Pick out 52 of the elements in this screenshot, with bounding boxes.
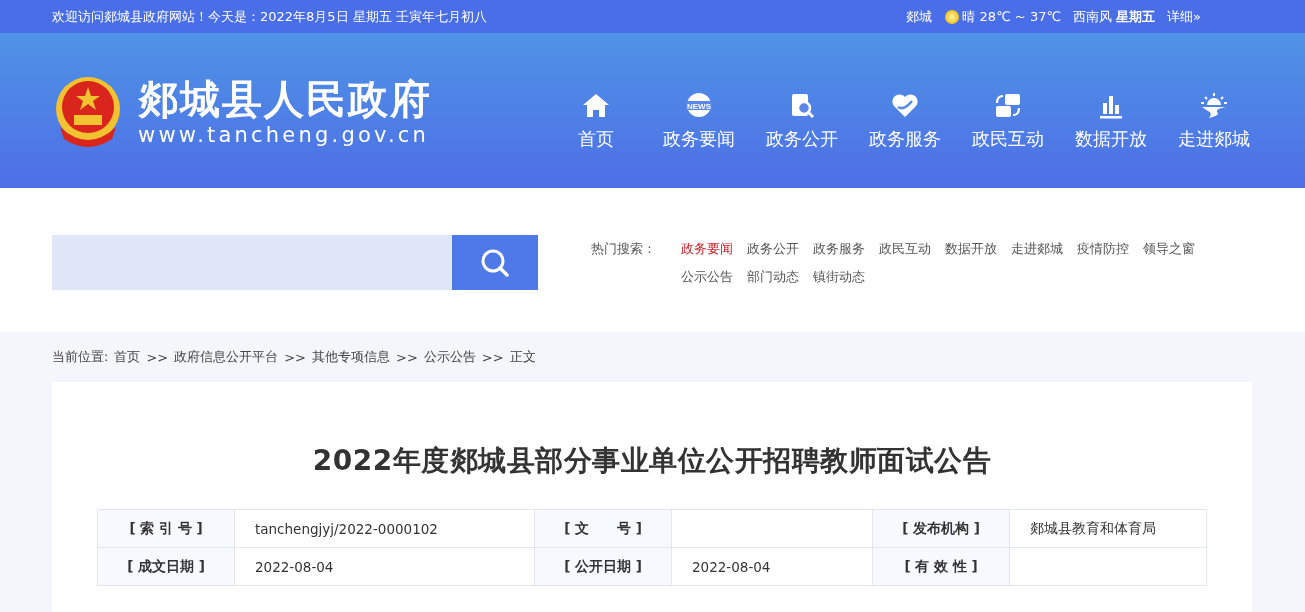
breadcrumb-link[interactable]: 首页 <box>114 348 141 366</box>
hot-search-link[interactable]: 公示公告 <box>681 262 733 290</box>
hot-search-link[interactable]: 政务要闻 <box>681 235 733 263</box>
weather-condition: 晴 28℃ ~ 37℃ <box>962 7 1062 26</box>
hot-search-link[interactable]: 走进郯城 <box>1011 235 1063 263</box>
meta-value: 2022-08-04 <box>671 547 873 586</box>
meta-label: [ 文 号 ] <box>534 509 672 548</box>
hot-search-link[interactable]: 政务服务 <box>813 235 865 263</box>
wind-direction: 西南风 <box>1073 7 1113 26</box>
hot-search-link[interactable]: 领导之窗 <box>1143 235 1195 263</box>
meta-value: tanchengjyj/2022-0000102 <box>234 509 535 548</box>
breadcrumb-separator: >> <box>284 349 306 365</box>
weather-details-link[interactable]: 详细» <box>1167 7 1201 26</box>
nav-link[interactable]: 政务服务 <box>853 90 956 151</box>
nav-link[interactable]: 政务公开 <box>750 90 853 151</box>
breadcrumb-label: 当前位置: <box>52 348 109 366</box>
hot-search-link[interactable]: 政务公开 <box>747 235 799 263</box>
meta-label: [ 索 引 号 ] <box>97 509 235 548</box>
nav-link[interactable]: 数据开放 <box>1059 90 1162 151</box>
breadcrumb-separator: >> <box>396 349 418 365</box>
sun-icon <box>944 8 961 25</box>
article-title: 2022年度郯城县部分事业单位公开招聘教师面试公告 <box>311 443 993 479</box>
weekday-text: 星期五 <box>1116 7 1156 26</box>
welcome-text: 欢迎访问郯城县政府网站！今天是：2022年8月5日 星期五 壬寅年七月初八 <box>52 7 487 26</box>
breadcrumb-link[interactable]: 政府信息公开平台 <box>174 348 279 366</box>
meta-label: [ 公开日期 ] <box>534 547 672 586</box>
hot-search-label: 热门搜索： <box>591 240 657 258</box>
nav-link[interactable]: NEWS 政务要闻 <box>647 90 750 151</box>
hot-search-link[interactable]: 镇街动态 <box>813 262 865 290</box>
search-input[interactable] <box>52 235 452 290</box>
hot-search-link[interactable]: 数据开放 <box>945 235 997 263</box>
meta-value: 2022-08-04 <box>234 547 535 586</box>
site-name: 郯城县人民政府 <box>138 74 432 123</box>
breadcrumb-separator: >> <box>146 349 169 365</box>
city-name: 郯城 <box>906 7 933 26</box>
breadcrumb-link[interactable]: 公示公告 <box>423 348 476 366</box>
meta-label: [ 发布机构 ] <box>872 509 1010 548</box>
hot-search-link[interactable]: 部门动态 <box>747 262 799 290</box>
nav-link[interactable]: 首页 <box>544 90 647 151</box>
hot-search-link[interactable]: 政民互动 <box>879 235 931 263</box>
site-url: www.tancheng.gov.cn <box>138 122 431 147</box>
breadcrumb-link[interactable]: 正文 <box>509 348 536 366</box>
search-button[interactable] <box>452 235 538 290</box>
meta-label: [ 成文日期 ] <box>97 547 235 586</box>
nav-link[interactable]: 走进郯城 <box>1162 90 1265 151</box>
meta-value: 郯城县教育和体育局 <box>1009 509 1207 548</box>
hot-search-link[interactable]: 疫情防控 <box>1077 235 1129 263</box>
meta-label: [ 有 效 性 ] <box>872 547 1010 586</box>
breadcrumb-link[interactable]: 其他专项信息 <box>312 348 390 366</box>
nav-link[interactable]: 政民互动 <box>956 90 1059 151</box>
sunrise-icon <box>1198 90 1229 121</box>
breadcrumb-separator: >> <box>481 349 504 365</box>
